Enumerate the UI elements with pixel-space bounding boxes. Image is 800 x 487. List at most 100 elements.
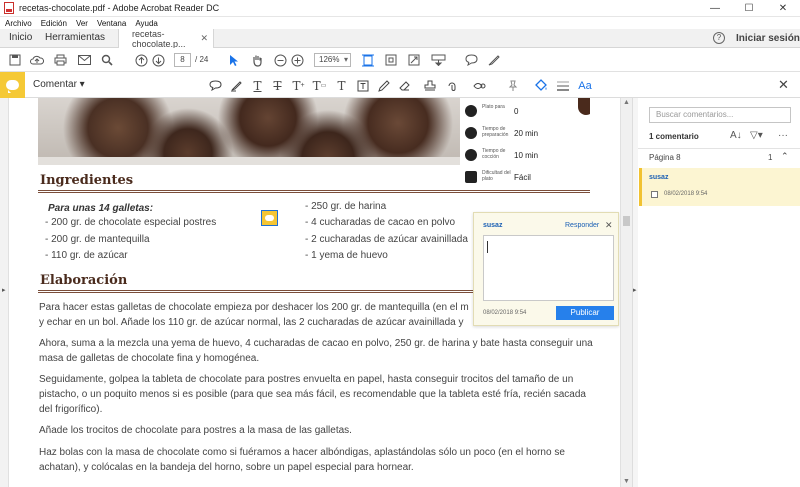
ingredient-item: - 110 gr. de azúcar <box>45 250 128 261</box>
line-weight-icon[interactable] <box>555 78 570 93</box>
menu-ver[interactable]: Ver <box>76 19 88 28</box>
info-label: Dificultad del plato <box>482 170 511 182</box>
close-comment-toolbar-icon[interactable]: ✕ <box>778 77 789 93</box>
sticky-note-annotation-icon[interactable] <box>261 210 278 226</box>
page-group-header[interactable]: Página 8 1 ⌃ <box>638 148 800 166</box>
pencil-draw-icon[interactable] <box>376 78 391 93</box>
tab-home[interactable]: Inicio <box>9 32 32 43</box>
comment-menu[interactable]: Comentar ▾ <box>33 79 85 90</box>
chevron-up-icon[interactable]: ⌃ <box>781 151 789 162</box>
comment-date: 08/02/2018 9:54 <box>664 191 708 197</box>
comment-icon[interactable] <box>464 52 478 68</box>
reply-link[interactable]: Responder <box>565 222 599 229</box>
filter-icon[interactable]: ▽▾ <box>750 130 763 141</box>
save-icon[interactable] <box>8 52 22 68</box>
help-icon[interactable]: ? <box>713 32 725 44</box>
keyboard-icon[interactable] <box>430 52 446 68</box>
page-down-icon[interactable] <box>151 52 165 68</box>
comment-popup: susaz Responder ✕ 08/02/2018 9:54 Public… <box>473 212 619 326</box>
eraser-icon[interactable] <box>397 78 412 93</box>
sticky-note-icon[interactable] <box>208 78 223 93</box>
stopwatch-icon <box>465 149 477 161</box>
stamp-icon[interactable] <box>422 78 437 93</box>
info-value: Fácil <box>514 173 531 182</box>
info-value: 0 <box>514 107 519 116</box>
full-screen-icon[interactable] <box>384 52 398 68</box>
sign-in-link[interactable]: Iniciar sesión <box>736 33 800 44</box>
page-number-input[interactable]: 8 <box>174 53 191 67</box>
recipe-info-card: Plato para 0 Tiempo de preparación 20 mi… <box>460 98 572 190</box>
hand-icon[interactable] <box>250 52 264 68</box>
fit-page-icon[interactable] <box>361 52 375 68</box>
tab-tools[interactable]: Herramientas <box>45 32 105 43</box>
scroll-up-icon[interactable]: ▲ <box>623 99 630 106</box>
more-options-icon[interactable]: ··· <box>778 130 788 141</box>
minimize-button[interactable]: — <box>698 0 732 17</box>
menu-edicion[interactable]: Edición <box>41 19 67 28</box>
ingredient-item: - 200 gr. de chocolate especial postres <box>45 217 217 228</box>
comment-bubble-icon <box>6 80 19 93</box>
select-cursor-icon[interactable] <box>227 52 241 68</box>
close-popup-icon[interactable]: ✕ <box>605 220 613 231</box>
scroll-down-icon[interactable]: ▼ <box>623 478 630 485</box>
email-icon[interactable] <box>77 52 91 68</box>
chocolate-drip-graphic <box>578 98 590 115</box>
page-up-icon[interactable] <box>134 52 148 68</box>
zoom-in-icon[interactable] <box>290 52 304 68</box>
comment-list-item[interactable]: susaz 08/02/2018 9:54 <box>639 168 800 206</box>
close-window-button[interactable]: ✕ <box>766 0 800 17</box>
upload-icon[interactable] <box>30 52 44 68</box>
search-icon[interactable] <box>100 52 114 68</box>
method-paragraph: Para hacer estas galletas de chocolate e… <box>39 302 469 328</box>
method-paragraph: Haz bolas con la masa de chocolate como … <box>39 447 565 473</box>
publish-button[interactable]: Publicar <box>556 306 614 320</box>
tab-document[interactable]: recetas-chocolate.p... ✕ <box>118 29 214 49</box>
zoom-select[interactable]: 126% <box>314 53 351 67</box>
tab-bar: Inicio Herramientas recetas-chocolate.p.… <box>0 29 800 49</box>
info-label: Tiempo de preparación <box>482 126 509 138</box>
drawing-tools-icon[interactable] <box>472 78 487 93</box>
highlight-icon[interactable] <box>229 78 244 93</box>
method-paragraph: Añade los trocitos de chocolate para pos… <box>39 425 352 436</box>
add-text-icon[interactable]: T <box>334 78 349 93</box>
close-tab-icon[interactable]: ✕ <box>200 33 208 44</box>
pin-icon[interactable] <box>505 78 520 93</box>
underline-text-icon[interactable]: T <box>250 78 265 93</box>
document-scrollbar[interactable]: ▲ ▼ <box>620 98 632 487</box>
text-box-icon[interactable] <box>355 78 370 93</box>
comment-text-input[interactable] <box>483 235 614 301</box>
collapse-right-icon[interactable]: ▸ <box>633 286 637 294</box>
menu-ayuda[interactable]: Ayuda <box>135 19 158 28</box>
fit-width-icon[interactable] <box>407 52 421 68</box>
search-comments-input[interactable]: Buscar comentarios... <box>649 107 791 123</box>
fill-color-icon[interactable] <box>533 78 548 93</box>
menu-archivo[interactable]: Archivo <box>5 19 32 28</box>
insert-text-icon[interactable]: T + <box>291 78 306 93</box>
comment-toolbar: Comentar ▾ T T T + T ▭ T Aa ✕ <box>0 72 800 98</box>
ingredient-item: - 200 gr. de mantequilla <box>45 234 150 245</box>
print-icon[interactable] <box>53 52 67 68</box>
maximize-button[interactable]: ☐ <box>732 0 766 17</box>
text-properties-icon[interactable]: Aa <box>577 78 593 93</box>
ingredient-item: - 250 gr. de harina <box>305 201 387 212</box>
strikethrough-text-icon[interactable]: T <box>270 78 285 93</box>
replace-text-icon[interactable]: T ▭ <box>312 78 327 93</box>
sort-icon[interactable]: A↓ <box>730 130 742 141</box>
note-bubble-icon <box>265 215 274 221</box>
comment-checkbox[interactable] <box>651 191 658 198</box>
sign-icon[interactable] <box>487 52 501 68</box>
left-panel-toggle[interactable]: ▸ <box>0 98 9 487</box>
method-paragraph: Ahora, suma a la mezcla una yema de huev… <box>39 338 593 364</box>
comment-author: susaz <box>649 174 669 181</box>
scroll-thumb[interactable] <box>623 216 630 226</box>
expand-left-icon[interactable]: ▸ <box>2 286 6 294</box>
page-total: / 24 <box>195 55 209 64</box>
comment-tool-badge <box>0 72 25 98</box>
menu-ventana[interactable]: Ventana <box>97 19 126 28</box>
info-row-cook-time: Tiempo de cocción 10 min <box>465 146 573 166</box>
ingredients-rule <box>38 190 590 193</box>
info-value: 10 min <box>514 151 539 160</box>
tag-icon <box>465 171 477 183</box>
attach-file-icon[interactable] <box>445 78 460 93</box>
zoom-out-icon[interactable] <box>273 52 287 68</box>
